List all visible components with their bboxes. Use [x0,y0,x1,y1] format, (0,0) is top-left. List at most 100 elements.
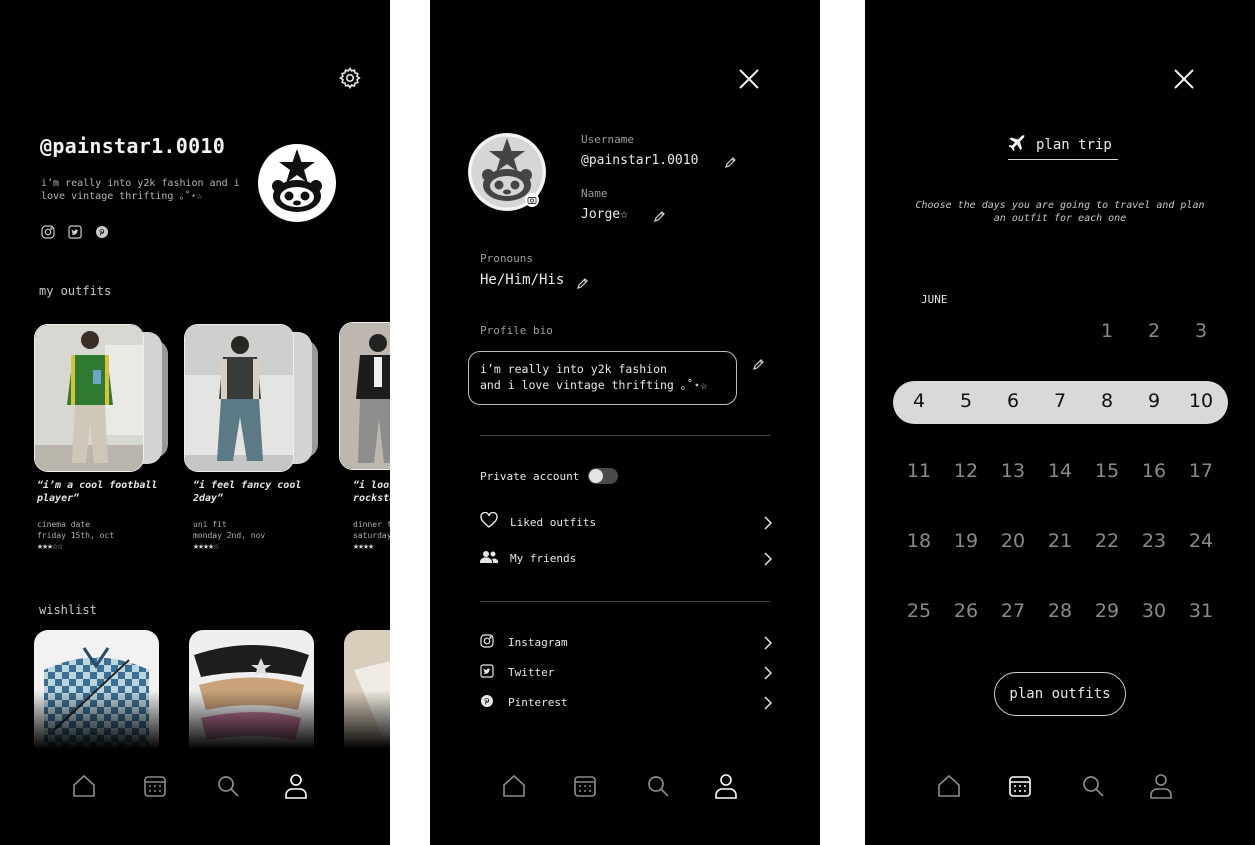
pinterest-icon[interactable] [95,224,109,243]
my-friends-row[interactable]: My friends [480,548,773,570]
pencil-icon[interactable] [653,208,666,227]
calendar-day[interactable]: 27 [993,600,1033,622]
close-icon[interactable] [737,67,761,91]
star-rating: ★★★☆☆ [37,541,63,552]
private-account-label: Private account [480,470,580,483]
pencil-icon[interactable] [752,356,765,375]
search-icon[interactable] [1078,765,1108,807]
calendar-day[interactable]: 29 [1087,600,1127,622]
calendar-day[interactable]: 2 [1134,320,1174,342]
bottom-nav [430,765,820,807]
chevron-right-icon [764,695,773,714]
calendar-day[interactable]: 8 [1087,390,1127,412]
bio-field[interactable]: i’m really into y2k fashion and i love v… [468,351,737,405]
calendar-day[interactable]: 12 [946,460,986,482]
search-icon[interactable] [213,765,243,807]
twitter-row[interactable]: Twitter [480,662,773,684]
outfit-date: monday 2nd, nov [193,531,266,540]
profile-handle: @painstar1.0010 [40,134,226,158]
outfit-meta: dinner f saturday [353,519,390,541]
calendar-day[interactable]: 26 [946,600,986,622]
pinterest-icon [480,693,494,712]
profile-icon[interactable] [1146,765,1176,807]
plan-trip-screen: plan trip Choose the days you are going … [865,0,1255,845]
home-icon[interactable] [69,765,99,807]
profile-icon[interactable] [711,765,741,807]
private-account-toggle[interactable] [588,468,618,484]
twitter-icon[interactable] [68,224,82,243]
username-label: Username [581,133,634,146]
pronouns-label: Pronouns [480,252,533,265]
search-icon[interactable] [643,765,673,807]
chevron-right-icon [764,515,773,534]
pencil-icon[interactable] [576,275,589,294]
pinterest-row[interactable]: Pinterest [480,692,773,714]
twitter-label: Twitter [508,665,555,679]
outfit-caption: “i’m a cool football player” [37,480,158,504]
toggle-knob [589,469,603,483]
calendar-day[interactable]: 11 [899,460,939,482]
calendar-day[interactable]: 19 [946,530,986,552]
calendar-day[interactable]: 23 [1134,530,1174,552]
calendar-day[interactable]: 31 [1181,600,1221,622]
heart-icon [480,511,498,532]
calendar-day[interactable]: 7 [1040,390,1080,412]
my-friends-label: My friends [510,551,577,565]
outfit-event: cinema date [37,520,90,529]
calendar-day[interactable]: 25 [899,600,939,622]
calendar-day[interactable]: 3 [1181,320,1221,342]
home-icon[interactable] [499,765,529,807]
outfit-caption: “i look like a rockstar [353,480,390,504]
calendar-day[interactable]: 20 [993,530,1033,552]
name-value: Jorge☆ [581,207,628,222]
liked-outfits-label: Liked outfits [510,515,597,529]
calendar-day[interactable]: 1 [1087,320,1127,342]
home-icon[interactable] [934,765,964,807]
profile-icon[interactable] [281,765,311,807]
calendar-day[interactable]: 14 [1040,460,1080,482]
calendar-day[interactable]: 28 [1040,600,1080,622]
calendar-day[interactable]: 16 [1134,460,1174,482]
pencil-icon[interactable] [724,154,737,173]
chevron-right-icon [764,551,773,570]
outfit-card[interactable] [184,324,324,474]
close-icon[interactable] [1172,67,1196,91]
bio-line: i’m really into y2k fashion [480,362,667,376]
calendar-icon[interactable] [1005,765,1035,807]
calendar-day[interactable]: 9 [1134,390,1174,412]
calendar-day[interactable]: 5 [946,390,986,412]
bio-line: and i love vintage thrifting ｡˚⋆☆ [480,378,708,392]
calendar-icon[interactable] [140,765,170,807]
plan-outfits-button[interactable]: plan outfits [994,672,1126,716]
gear-icon[interactable] [338,66,362,90]
camera-icon[interactable] [525,193,539,207]
outfit-card[interactable] [34,324,174,474]
calendar-day[interactable]: 15 [1087,460,1127,482]
calendar-day[interactable]: 6 [993,390,1033,412]
outfit-event: dinner f [353,520,390,529]
scroll-fade [0,690,390,760]
twitter-icon [480,663,494,682]
friends-icon [480,549,499,568]
chevron-right-icon [764,665,773,684]
profile-bio: i’m really into y2k fashion and i love v… [41,178,240,202]
outfit-meta: uni fit monday 2nd, nov [193,519,323,541]
outfit-photo [184,324,294,472]
social-links [41,224,109,243]
instagram-row[interactable]: Instagram [480,632,773,652]
calendar-day[interactable]: 17 [1181,460,1221,482]
calendar-day[interactable]: 24 [1181,530,1221,552]
calendar-icon[interactable] [570,765,600,807]
outfit-date: friday 15th, oct [37,531,115,540]
calendar-day[interactable]: 21 [1040,530,1080,552]
calendar-day[interactable]: 22 [1087,530,1127,552]
outfit-card[interactable] [339,322,390,472]
calendar-day[interactable]: 10 [1181,390,1221,412]
calendar-day[interactable]: 4 [899,390,939,412]
calendar-day[interactable]: 13 [993,460,1033,482]
calendar-day[interactable]: 30 [1134,600,1174,622]
calendar-day[interactable]: 18 [899,530,939,552]
plan-trip-description: Choose the days you are going to travel … [915,200,1205,224]
liked-outfits-row[interactable]: Liked outfits [480,511,773,534]
instagram-icon[interactable] [41,224,55,243]
